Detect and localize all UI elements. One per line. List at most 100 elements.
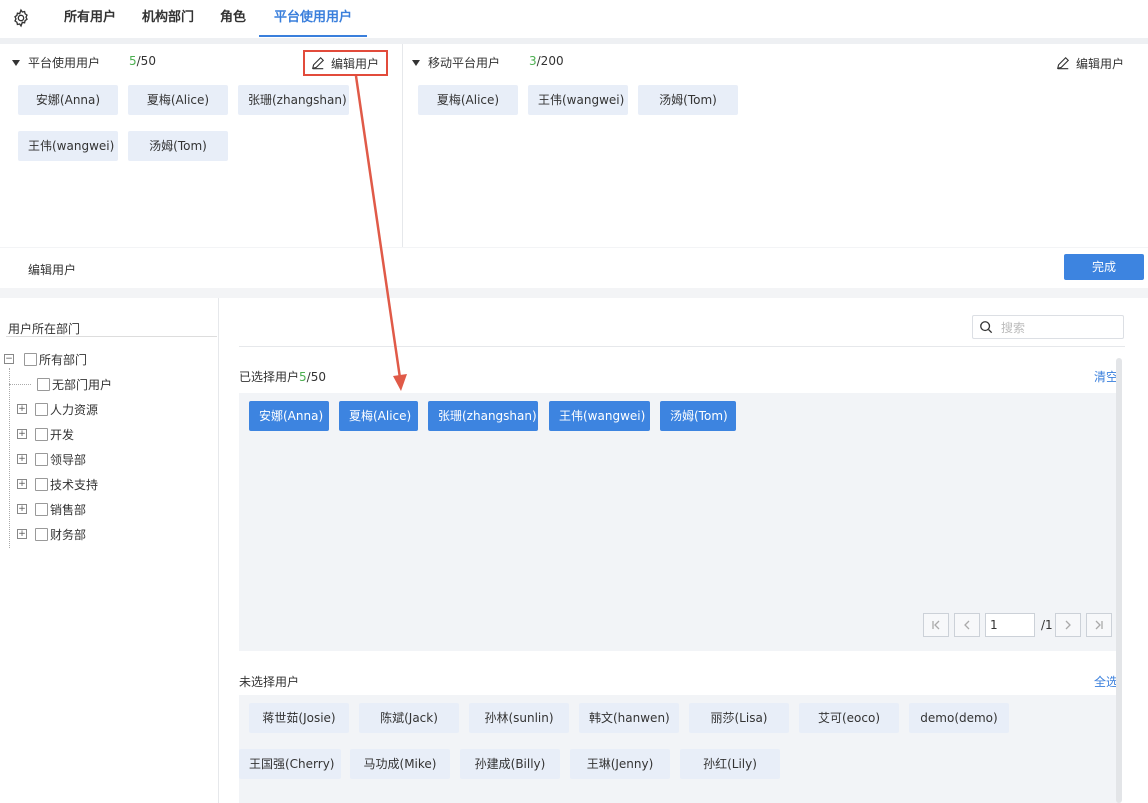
checkbox[interactable]	[35, 427, 48, 441]
unselected-user-chip[interactable]: 孙红(Lily)	[680, 749, 780, 779]
platform-user-chip: 王伟(wangwei)	[18, 131, 118, 161]
count-total: /200	[536, 54, 564, 68]
edit-bar-title: 编辑用户	[28, 263, 77, 277]
expand-icon[interactable]: +	[17, 404, 27, 414]
mobile-users-title: 移动平台用户	[428, 56, 501, 70]
selected-users-label: 已选择用户5/50	[239, 368, 326, 385]
platform-users-count: 5/50	[129, 54, 156, 68]
selected-label-text: 已选择用户	[239, 370, 300, 384]
checkbox[interactable]	[35, 527, 48, 541]
unselected-user-chip[interactable]: 丽莎(Lisa)	[689, 703, 789, 733]
tree-node-label: 财务部	[50, 527, 87, 542]
unselected-user-chip[interactable]: 孙建成(Billy)	[460, 749, 560, 779]
tree-node-root[interactable]: − 所有部门	[4, 351, 87, 367]
mobile-users-header[interactable]: 移动平台用户	[412, 54, 500, 71]
tree-node-no-dept[interactable]: 无部门用户	[37, 376, 112, 392]
tree-node-label: 领导部	[50, 452, 87, 467]
unselected-user-chip[interactable]: 陈斌(Jack)	[359, 703, 459, 733]
unselected-user-chip[interactable]: 艾可(eoco)	[799, 703, 899, 733]
unselected-user-chip[interactable]: demo(demo)	[909, 703, 1009, 733]
selected-users-area: 安娜(Anna) 夏梅(Alice) 张珊(zhangshan) 王伟(wang…	[239, 393, 1119, 651]
tab-departments[interactable]: 机构部门	[142, 0, 194, 37]
page-total: /1	[1041, 618, 1053, 632]
platform-user-chip: 汤姆(Tom)	[128, 131, 228, 161]
tree-node-leadership[interactable]: + 领导部	[17, 451, 86, 467]
unselected-user-chip[interactable]: 蒋世茹(Josie)	[249, 703, 349, 733]
unselected-users-label: 未选择用户	[239, 675, 300, 689]
chevron-right-icon	[1065, 620, 1071, 630]
tree-node-dev[interactable]: + 开发	[17, 426, 74, 442]
search-input[interactable]: 搜索	[972, 315, 1124, 339]
expand-icon[interactable]: +	[17, 479, 27, 489]
user-selection-panel: 搜索 已选择用户5/50 清空 安娜(Anna) 夏梅(Alice) 张珊(zh…	[220, 298, 1148, 803]
edit-icon	[1056, 56, 1070, 70]
tree-node-sales[interactable]: + 销售部	[17, 501, 86, 517]
count-used: 3	[529, 54, 537, 68]
next-page-button[interactable]	[1055, 613, 1081, 637]
edit-bar: 编辑用户 完成	[0, 248, 1148, 288]
tree-guide-line	[9, 368, 10, 548]
clear-link[interactable]: 清空	[1094, 368, 1118, 385]
tab-platform-users[interactable]: 平台使用用户	[259, 0, 368, 37]
tree-node-label: 销售部	[50, 502, 87, 517]
unselected-user-chip[interactable]: 韩文(hanwen)	[579, 703, 679, 733]
expand-icon[interactable]: +	[17, 504, 27, 514]
tree-divider	[6, 336, 217, 337]
expand-icon[interactable]: +	[17, 529, 27, 539]
tree-node-finance[interactable]: + 财务部	[17, 526, 86, 542]
selected-user-chip[interactable]: 张珊(zhangshan)	[428, 401, 538, 431]
mobile-user-chip: 汤姆(Tom)	[638, 85, 738, 115]
mobile-user-chip: 夏梅(Alice)	[418, 85, 518, 115]
unselected-user-chip[interactable]: 孙林(sunlin)	[469, 703, 569, 733]
first-page-button[interactable]	[923, 613, 949, 637]
checkbox[interactable]	[35, 452, 48, 466]
unselected-users-area: 蒋世茹(Josie) 陈斌(Jack) 孙林(sunlin) 韩文(hanwen…	[239, 695, 1119, 803]
caret-down-icon[interactable]	[12, 59, 20, 66]
last-page-button[interactable]	[1086, 613, 1112, 637]
tab-roles[interactable]: 角色	[220, 0, 246, 37]
tree-node-support[interactable]: + 技术支持	[17, 476, 98, 492]
collapse-icon[interactable]: −	[4, 354, 14, 364]
unselected-user-chip[interactable]: 王琳(Jenny)	[570, 749, 670, 779]
select-all-link[interactable]: 全选	[1094, 673, 1118, 690]
top-nav: 所有用户 机构部门 角色 平台使用用户	[0, 0, 1148, 38]
platform-users-header[interactable]: 平台使用用户	[12, 54, 100, 71]
selected-user-chip[interactable]: 汤姆(Tom)	[660, 401, 736, 431]
tab-all-users[interactable]: 所有用户	[64, 0, 116, 37]
unselected-user-chip[interactable]: 王国强(Cherry)	[239, 749, 341, 779]
expand-icon[interactable]: +	[17, 429, 27, 439]
selected-user-chip[interactable]: 夏梅(Alice)	[339, 401, 418, 431]
platform-user-chip: 张珊(zhangshan)	[238, 85, 349, 115]
search-icon	[980, 321, 993, 334]
tree-node-label: 开发	[50, 427, 75, 442]
tree-node-label: 技术支持	[50, 477, 99, 492]
tree-node-hr[interactable]: + 人力资源	[17, 401, 98, 417]
scrollbar[interactable]	[1116, 358, 1122, 803]
checkbox[interactable]	[37, 377, 50, 391]
checkbox[interactable]	[35, 477, 48, 491]
page-number-input[interactable]: 1	[985, 613, 1035, 637]
count-total: /50	[306, 370, 326, 384]
checkbox[interactable]	[35, 402, 48, 416]
edit-label: 编辑用户	[331, 56, 380, 71]
tree-node-label: 无部门用户	[52, 377, 113, 392]
checkbox[interactable]	[35, 502, 48, 516]
caret-down-icon[interactable]	[412, 59, 420, 66]
selected-user-chip[interactable]: 王伟(wangwei)	[549, 401, 650, 431]
mobile-edit-users-button[interactable]: 编辑用户	[1050, 52, 1130, 74]
tree-guide-line	[9, 384, 31, 385]
prev-page-button[interactable]	[954, 613, 980, 637]
tree-node-label: 人力资源	[50, 402, 99, 417]
expand-icon[interactable]: +	[17, 454, 27, 464]
gear-icon[interactable]	[11, 8, 31, 28]
edit-label: 编辑用户	[1076, 56, 1125, 71]
done-button[interactable]: 完成	[1064, 254, 1144, 280]
selected-user-chip[interactable]: 安娜(Anna)	[249, 401, 329, 431]
platform-user-chip: 安娜(Anna)	[18, 85, 118, 115]
checkbox[interactable]	[24, 352, 37, 366]
chevron-left-icon	[964, 620, 970, 630]
tree-title: 用户所在部门	[8, 322, 81, 336]
platform-user-chip: 夏梅(Alice)	[128, 85, 228, 115]
platform-edit-users-button[interactable]: 编辑用户	[303, 50, 388, 76]
unselected-user-chip[interactable]: 马功成(Mike)	[350, 749, 450, 779]
